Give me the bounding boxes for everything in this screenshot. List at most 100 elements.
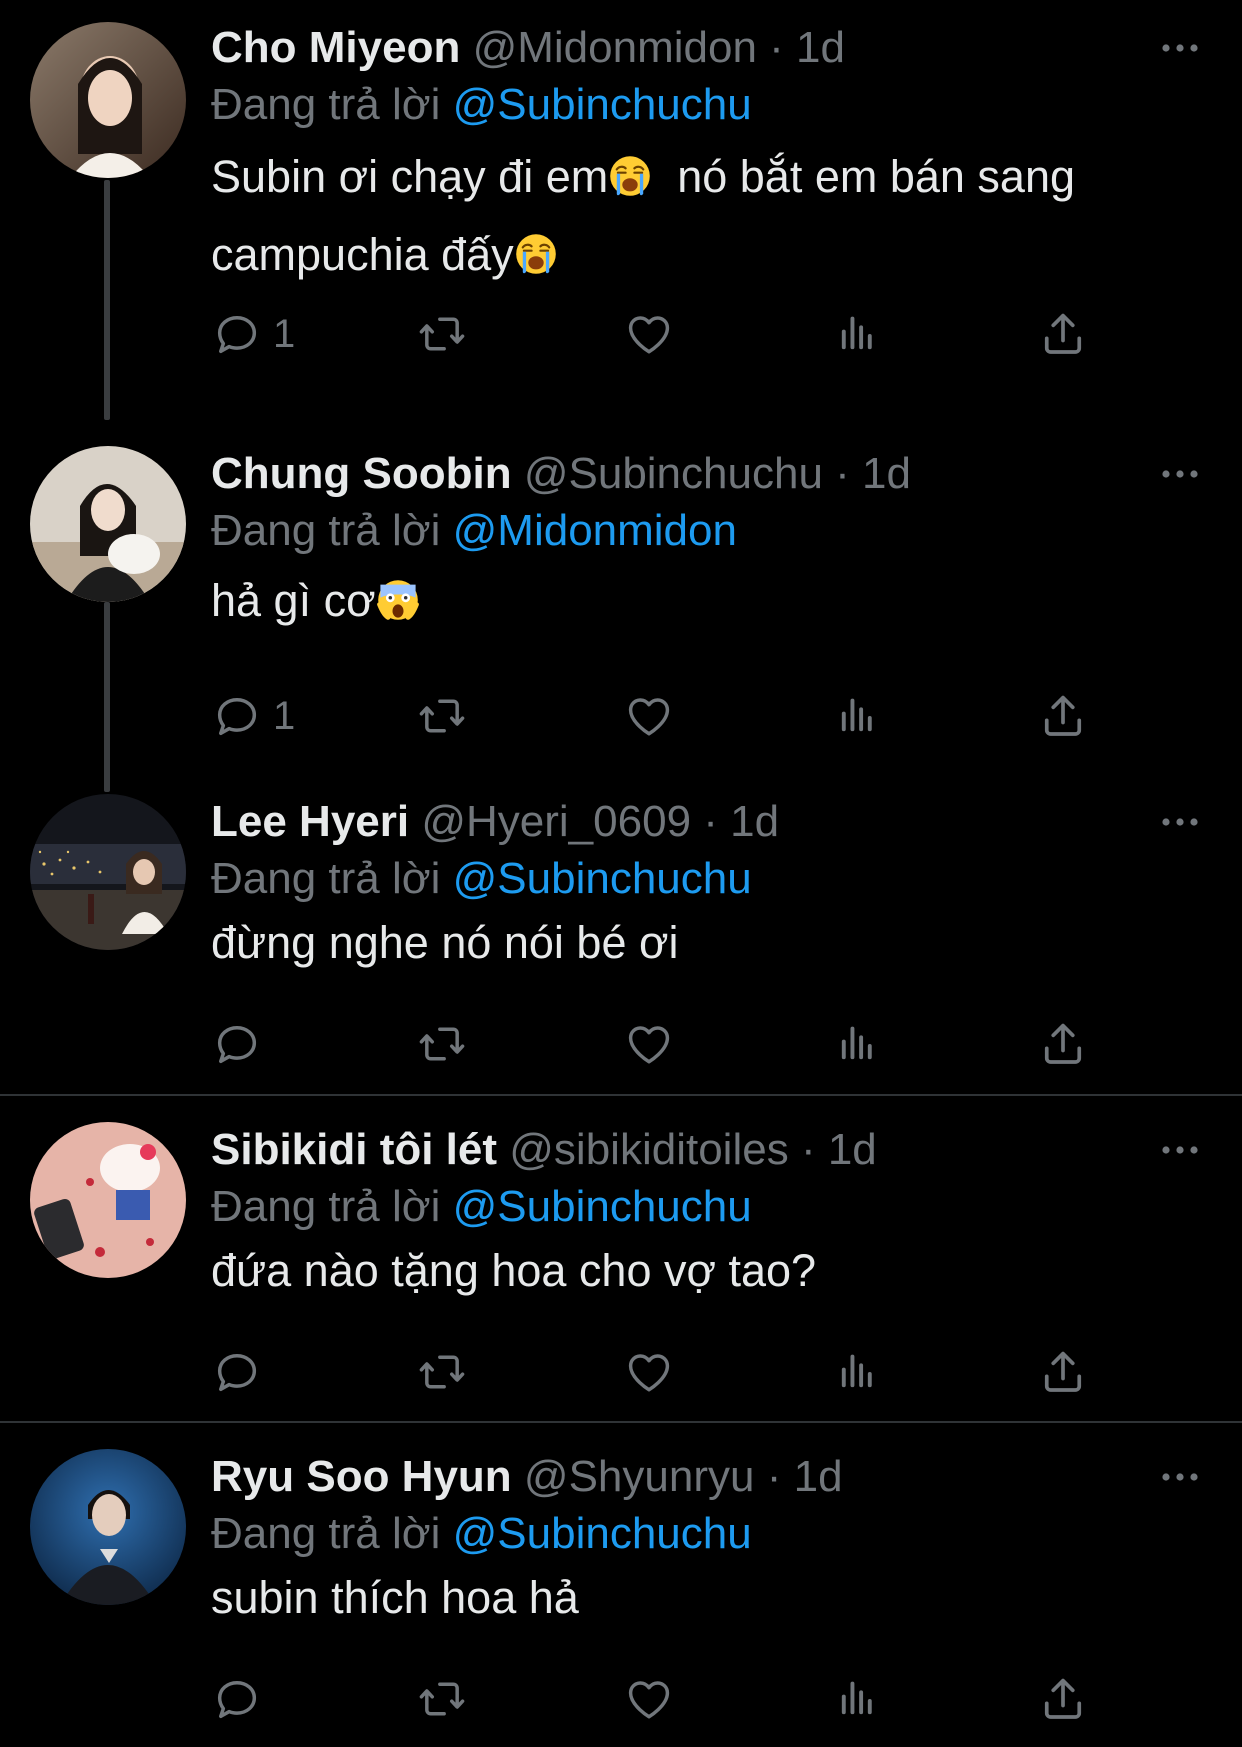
- like-button[interactable]: [623, 1016, 675, 1072]
- retweet-button[interactable]: [416, 1016, 468, 1072]
- views-button[interactable]: [831, 306, 883, 362]
- replying-label: Đang trả lời: [211, 1182, 441, 1231]
- action-bar: 1: [211, 306, 1111, 362]
- retweet-button[interactable]: [416, 306, 468, 362]
- username[interactable]: @Midonmidon: [473, 23, 757, 72]
- like-button[interactable]: [623, 688, 675, 744]
- views-button[interactable]: [831, 688, 883, 744]
- replying-to: Đang trả lời @Subinchuchu: [211, 76, 752, 134]
- separator: ·: [703, 797, 718, 846]
- separator: ·: [835, 449, 850, 498]
- tweet-text-line: campuchia đấy: [211, 229, 514, 280]
- views-icon: [831, 1673, 883, 1725]
- share-icon: [1037, 308, 1089, 360]
- like-button[interactable]: [623, 1671, 675, 1727]
- separator: ·: [800, 1125, 816, 1174]
- tweet-text-line: Subin ơi chạy đi em: [211, 151, 609, 202]
- views-button[interactable]: [831, 1016, 883, 1072]
- avatar[interactable]: [30, 794, 186, 950]
- mention-link[interactable]: @Subinchuchu: [453, 1182, 752, 1231]
- more-icon[interactable]: [1160, 810, 1200, 834]
- tweet-text: đứa nào tặng hoa cho vợ tao?: [211, 1232, 1171, 1310]
- display-name[interactable]: Lee Hyeri: [211, 797, 409, 846]
- replying-to: Đang trả lời @Subinchuchu: [211, 1178, 752, 1236]
- tweet-text: hả gì cơ: [211, 562, 1171, 640]
- avatar-photo: [30, 794, 186, 950]
- thread-line: [104, 602, 110, 792]
- reply-button[interactable]: [211, 1016, 263, 1072]
- replying-label: Đang trả lời: [211, 1509, 441, 1558]
- tweet[interactable]: Lee Hyeri @Hyeri_0609 · 1d Đang trả lời …: [0, 794, 1242, 1094]
- timestamp[interactable]: 1d: [796, 23, 845, 72]
- replying-to: Đang trả lời @Subinchuchu: [211, 1505, 752, 1563]
- reply-button[interactable]: 1: [211, 688, 295, 744]
- tweet[interactable]: Cho Miyeon @Midonmidon · 1d Đang trả lời…: [0, 20, 1242, 420]
- tweet[interactable]: Chung Soobin @Subinchuchu · 1d Đang trả …: [0, 446, 1242, 792]
- avatar-photo: [30, 1122, 186, 1278]
- share-button[interactable]: [1037, 306, 1089, 362]
- more-icon[interactable]: [1160, 1138, 1200, 1162]
- reply-icon: [211, 690, 263, 742]
- avatar[interactable]: [30, 22, 186, 178]
- retweet-icon: [416, 308, 468, 360]
- username[interactable]: @Hyeri_0609: [421, 797, 691, 846]
- like-icon: [623, 1018, 675, 1070]
- mention-link[interactable]: @Midonmidon: [453, 506, 737, 555]
- loudly-crying-face-icon: [514, 232, 558, 276]
- thread-line: [104, 180, 110, 420]
- more-icon[interactable]: [1160, 1465, 1200, 1489]
- tweet-text-line: subin thích hoa hả: [211, 1572, 579, 1623]
- views-icon: [831, 1018, 883, 1070]
- reply-button[interactable]: [211, 1344, 263, 1400]
- more-icon[interactable]: [1160, 462, 1200, 486]
- mention-link[interactable]: @Subinchuchu: [453, 1509, 752, 1558]
- like-icon: [623, 690, 675, 742]
- timestamp[interactable]: 1d: [828, 1125, 877, 1174]
- username[interactable]: @sibikiditoiles: [509, 1125, 788, 1174]
- retweet-icon: [416, 690, 468, 742]
- more-icon[interactable]: [1160, 36, 1200, 60]
- retweet-icon: [416, 1018, 468, 1070]
- like-button[interactable]: [623, 1344, 675, 1400]
- reply-icon: [211, 1673, 263, 1725]
- share-icon: [1037, 1673, 1089, 1725]
- display-name[interactable]: Sibikidi tôi lét: [211, 1125, 497, 1174]
- share-button[interactable]: [1037, 1344, 1089, 1400]
- username[interactable]: @Shyunryu: [524, 1452, 755, 1501]
- share-button[interactable]: [1037, 1016, 1089, 1072]
- views-button[interactable]: [831, 1671, 883, 1727]
- reply-button[interactable]: 1: [211, 306, 295, 362]
- avatar[interactable]: [30, 1122, 186, 1278]
- tweet[interactable]: Sibikidi tôi lét @sibikiditoiles · 1d Đa…: [0, 1122, 1242, 1422]
- separator: ·: [769, 23, 784, 72]
- replying-to: Đang trả lời @Midonmidon: [211, 502, 737, 560]
- timestamp[interactable]: 1d: [794, 1452, 843, 1501]
- action-bar: [211, 1344, 1111, 1400]
- share-icon: [1037, 1346, 1089, 1398]
- share-button[interactable]: [1037, 1671, 1089, 1727]
- mention-link[interactable]: @Subinchuchu: [453, 854, 752, 903]
- views-button[interactable]: [831, 1344, 883, 1400]
- display-name[interactable]: Ryu Soo Hyun: [211, 1452, 512, 1501]
- avatar-photo: [30, 446, 186, 602]
- share-button[interactable]: [1037, 688, 1089, 744]
- tweet-header: Ryu Soo Hyun @Shyunryu · 1d: [211, 1449, 843, 1505]
- timestamp[interactable]: 1d: [862, 449, 911, 498]
- mention-link[interactable]: @Subinchuchu: [453, 80, 752, 129]
- tweet[interactable]: Ryu Soo Hyun @Shyunryu · 1d Đang trả lời…: [0, 1449, 1242, 1747]
- retweet-button[interactable]: [416, 1671, 468, 1727]
- separator: ·: [766, 1452, 782, 1501]
- timestamp[interactable]: 1d: [730, 797, 779, 846]
- tweet-text-line: đứa nào tặng hoa cho vợ tao?: [211, 1245, 817, 1296]
- like-button[interactable]: [623, 306, 675, 362]
- retweet-button[interactable]: [416, 688, 468, 744]
- action-bar: [211, 1671, 1111, 1727]
- username[interactable]: @Subinchuchu: [524, 449, 823, 498]
- avatar[interactable]: [30, 1449, 186, 1605]
- avatar[interactable]: [30, 446, 186, 602]
- tweet-header: Sibikidi tôi lét @sibikiditoiles · 1d: [211, 1122, 877, 1178]
- reply-button[interactable]: [211, 1671, 263, 1727]
- display-name[interactable]: Chung Soobin: [211, 449, 512, 498]
- display-name[interactable]: Cho Miyeon: [211, 23, 460, 72]
- retweet-button[interactable]: [416, 1344, 468, 1400]
